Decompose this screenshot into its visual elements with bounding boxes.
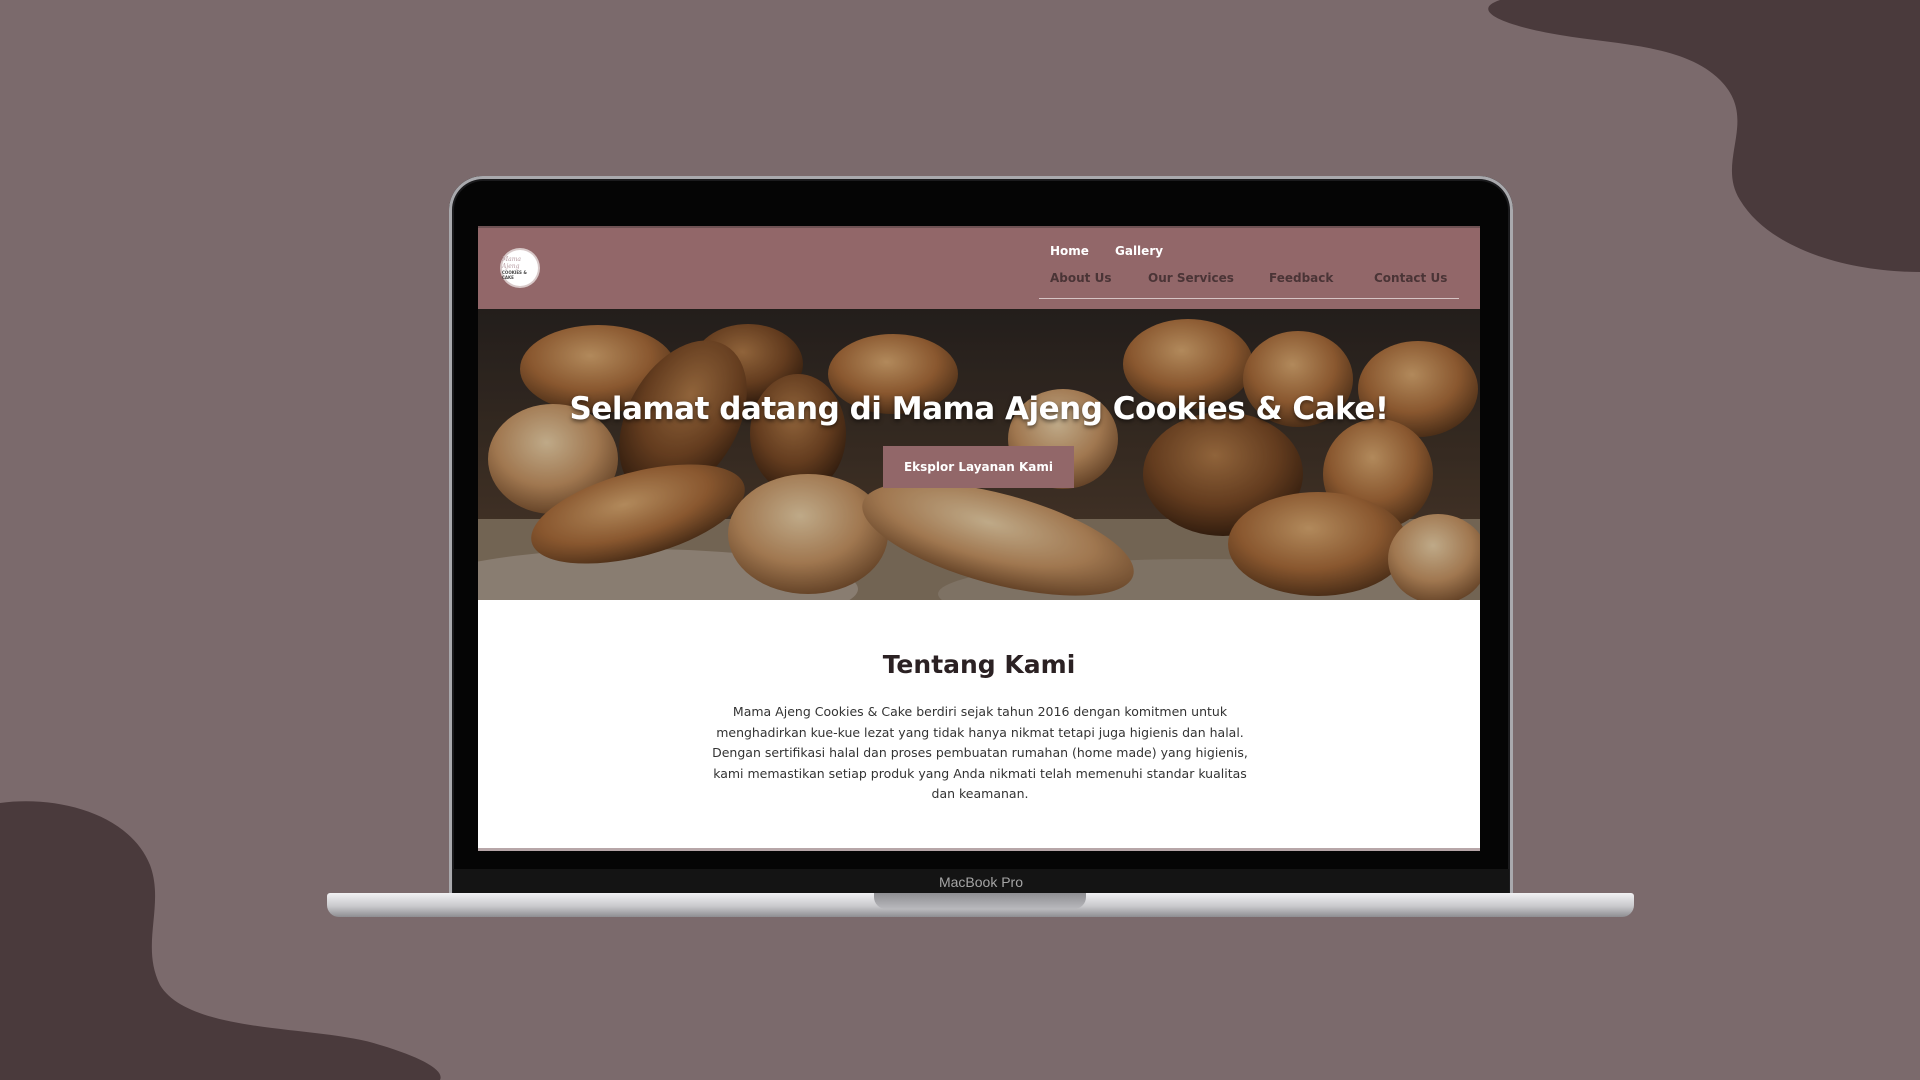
laptop-base bbox=[327, 893, 1634, 917]
nav-link-our-services[interactable]: Our Services bbox=[1148, 271, 1234, 285]
hero-title: Selamat datang di Mama Ajeng Cookies & C… bbox=[569, 391, 1389, 427]
explore-services-button[interactable]: Eksplor Layanan Kami bbox=[883, 446, 1074, 488]
nav-divider bbox=[1039, 298, 1459, 299]
nav-link-home[interactable]: Home bbox=[1050, 244, 1089, 258]
hero-banner: Selamat datang di Mama Ajeng Cookies & C… bbox=[478, 309, 1480, 600]
about-line: kami memastikan setiap produk yang Anda … bbox=[713, 765, 1247, 781]
about-line: Mama Ajeng Cookies & Cake berdiri sejak … bbox=[732, 704, 1228, 719]
navbar: Mama Ajeng COOKIES & CAKE Home Gallery A… bbox=[478, 226, 1480, 309]
about-line: menghadirkan kue-kue lezat yang tidak ha… bbox=[716, 724, 1244, 740]
website-screen: Mama Ajeng COOKIES & CAKE Home Gallery A… bbox=[478, 226, 1480, 850]
device-label: MacBook Pro bbox=[938, 874, 1024, 890]
nav-link-about-us[interactable]: About Us bbox=[1050, 271, 1111, 285]
laptop-chin: MacBook Pro bbox=[453, 869, 1509, 893]
laptop-base-notch bbox=[874, 893, 1086, 909]
nav-link-feedback[interactable]: Feedback bbox=[1269, 271, 1333, 285]
nav-menu: Home Gallery About Us Our Services Feedb… bbox=[478, 228, 1480, 309]
about-line: dan keamanan. bbox=[931, 786, 1029, 801]
about-section-title: Tentang Kami bbox=[882, 650, 1076, 679]
about-line: Dengan sertifikasi halal dan proses pemb… bbox=[712, 745, 1248, 760]
nav-link-gallery[interactable]: Gallery bbox=[1115, 244, 1163, 258]
background-blob-bottom-left bbox=[0, 801, 441, 1080]
nav-link-contact-us[interactable]: Contact Us bbox=[1374, 271, 1447, 285]
background-blob-top-right bbox=[1488, 0, 1920, 272]
screen-bottom-edge bbox=[478, 848, 1480, 851]
about-paragraph: Mama Ajeng Cookies & Cake berdiri sejak … bbox=[700, 702, 1260, 805]
